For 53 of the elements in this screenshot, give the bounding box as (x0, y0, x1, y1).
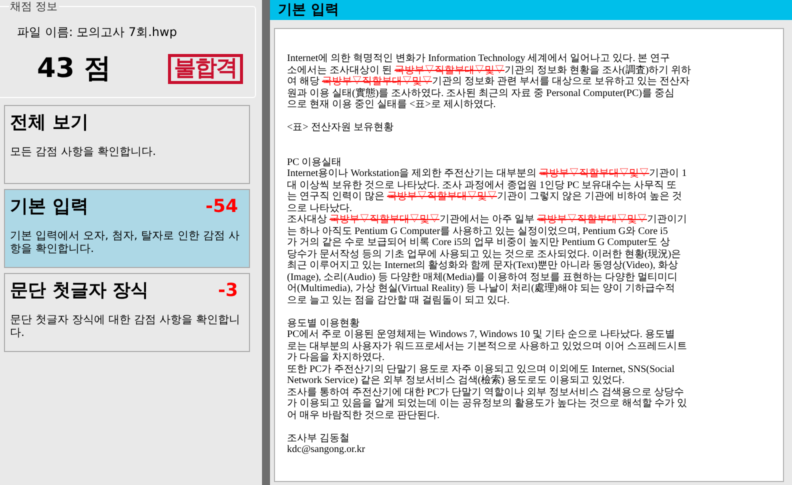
document-line: 가 이용되고 있음을 알게 되었는데 이는 공유정보의 활용도가 높다는 것으로 해석할 수가 있 (287, 398, 687, 409)
category-card[interactable]: 전체 보기 모든 감점 사항을 확인합니다. (4, 105, 250, 184)
fail-stamp: 불합격 (168, 54, 243, 84)
document-line: 당수가 문서작성 등의 기초 업무에 사용되고 있는 것으로 조사되었다. 이러한 현황(現況)은 (287, 248, 682, 260)
splitter-bar[interactable] (262, 0, 270, 485)
document-line: 소에서는 조사대상이 된 국방부▽직할부대▽및▽기관의 정보화 현황을 조사(調査)하기 위하 (287, 64, 692, 76)
document-line: 대 이상씩 보유한 것으로 나타났다. 조사 과정에서 종업원 1인당 PC 보유대수는 사무직 또 (287, 180, 677, 190)
category-card[interactable]: 문단 첫글자 장식 -3 문단 첫글자 장식에 대한 감점 사항을 확인합니다. (4, 273, 250, 352)
document-line: PC 이용실태 (287, 156, 342, 168)
document-line: 조사부 김동철 (287, 432, 350, 444)
header-title: 기본 입력 (278, 1, 339, 19)
struck-text: 국방부▽직할부대▽및▽ (330, 214, 440, 225)
deduction-value: -54 (205, 195, 238, 219)
document-line: Network Service) 같은 외부 정보서비스 검색(檢索) 용도로도 이용되고 있었다. (287, 375, 624, 386)
category-card[interactable]: 기본 입력 -54 기본 입력에서 오자, 첨자, 탈자로 인한 감점 사항을 확인합니다. (4, 189, 250, 268)
deduction-value: -3 (218, 279, 238, 303)
document-line: 가 거의 같은 수로 보급되어 비록 Core i5의 업무 비중이 높지만 Pentium G Computer도 상 (287, 237, 670, 248)
struck-text: 국방부▽직할부대▽및▽ (322, 76, 432, 87)
category-description: 문단 첫글자 장식에 대한 감점 사항을 확인합니다. (10, 313, 241, 339)
document-line: 로는 대부분의 사용자가 워드프로세서는 기본적으로 사용하고 있었으며 이어 스프레드시트 (287, 340, 687, 352)
category-description: 기본 입력에서 오자, 첨자, 탈자로 인한 감점 사항을 확인합니다. (10, 229, 240, 255)
document-line: 는 하나 아직도 Pentium G Computer를 사용하고 있는 실정이었으며, Pentium G와 Core i5 (287, 226, 668, 236)
document-line: 최근 이루어지고 있는 Internet의 활성화와 함께 문자(Text)뿐만 아니라 동영상(Video), 화상 (287, 260, 678, 271)
category-title: 전체 보기 (10, 111, 88, 135)
document-line: Internet용이나 Workstation을 제외한 주전산기는 대부분의 국방부▽직할부대▽및▽기관이 1 (287, 168, 687, 179)
score-value: 43 점 (37, 52, 111, 86)
document-line: 가 다음을 차지하였다. (287, 352, 384, 363)
document-line: PC에서 주로 이용된 운영체제는 Windows 7, Windows 10 및 기타 순으로 나타났다. 용도별 (287, 329, 675, 340)
file-name: 파일 이름: 모의고사 7회.hwp (17, 25, 177, 39)
document-line: 원과 이용 실태(實態)를 조사하였다. 조사된 최근의 자료 중 Personal Computer(PC)를 중심 (287, 88, 674, 98)
struck-text: 국방부▽직할부대▽및▽ (539, 168, 650, 179)
document-line: 또한 PC가 주전산기의 단말기 용도로 자주 이용되고 있으며 이외에도 Internet, SNS(Social (287, 364, 674, 374)
document-line: 여 해당 국방부▽직할부대▽및▽기관의 정보화 관련 부서를 대상으로 보유하고 있는 전산자 (287, 76, 690, 87)
document-line: 용도별 이용현황 (287, 318, 360, 328)
struck-text: 국방부▽직할부대▽및▽ (394, 64, 504, 76)
document-line: 으로 현재 이용 중인 실태를 <표>로 제시하였다. (287, 99, 496, 110)
document-line: 어(Multimedia), 가상 현실(Virtual Reality) 등 나날이 처리(處理)해야 되는 양이 기하급수적 (287, 283, 676, 294)
document-line: 으로 나타났다. (287, 202, 352, 214)
document-line: kdc@sangong.or.kr (287, 444, 366, 455)
document-line: 으로 늘고 있는 점을 감안할 때 걸림돌이 되고 있다. (287, 294, 510, 306)
document-line: <표> 전산자원 보유현황 (287, 122, 394, 133)
struck-text: 국방부▽직할부대▽및▽ (387, 191, 497, 202)
panel-title: 채점 정보 (9, 0, 58, 13)
document-line: 는 연구직 인력이 많은 국방부▽직할부대▽및▽기관이 그렇지 않은 기관에 비하여 높은 것 (287, 191, 682, 202)
struck-text: 국방부▽직할부대▽및▽ (537, 214, 647, 225)
document-line: 조사대상 국방부▽직할부대▽및▽기관에서는 아주 일부 국방부▽직할부대▽및▽기관이기 (287, 214, 687, 225)
category-title: 기본 입력 (10, 195, 88, 219)
category-description: 모든 감점 사항을 확인합니다. (10, 145, 157, 158)
document-line: 어 매우 바람직한 것으로 판단된다. (287, 410, 440, 420)
document-line: (Image), 소리(Audio) 등 다양한 매체(Media)를 이용하여 정보를 표현하는 다양한 멀티미디 (287, 272, 678, 282)
document-line: Internet에 의한 혁명적인 변화가 Information Technology 세계에서 일어나고 있다. 본 연구 (287, 53, 670, 64)
category-title: 문단 첫글자 장식 (10, 279, 149, 303)
document-line: 조사를 통하여 주전산기에 대한 PC가 단말기 역할이나 외부 정보서비스 검색용으로 상당수 (287, 386, 684, 398)
